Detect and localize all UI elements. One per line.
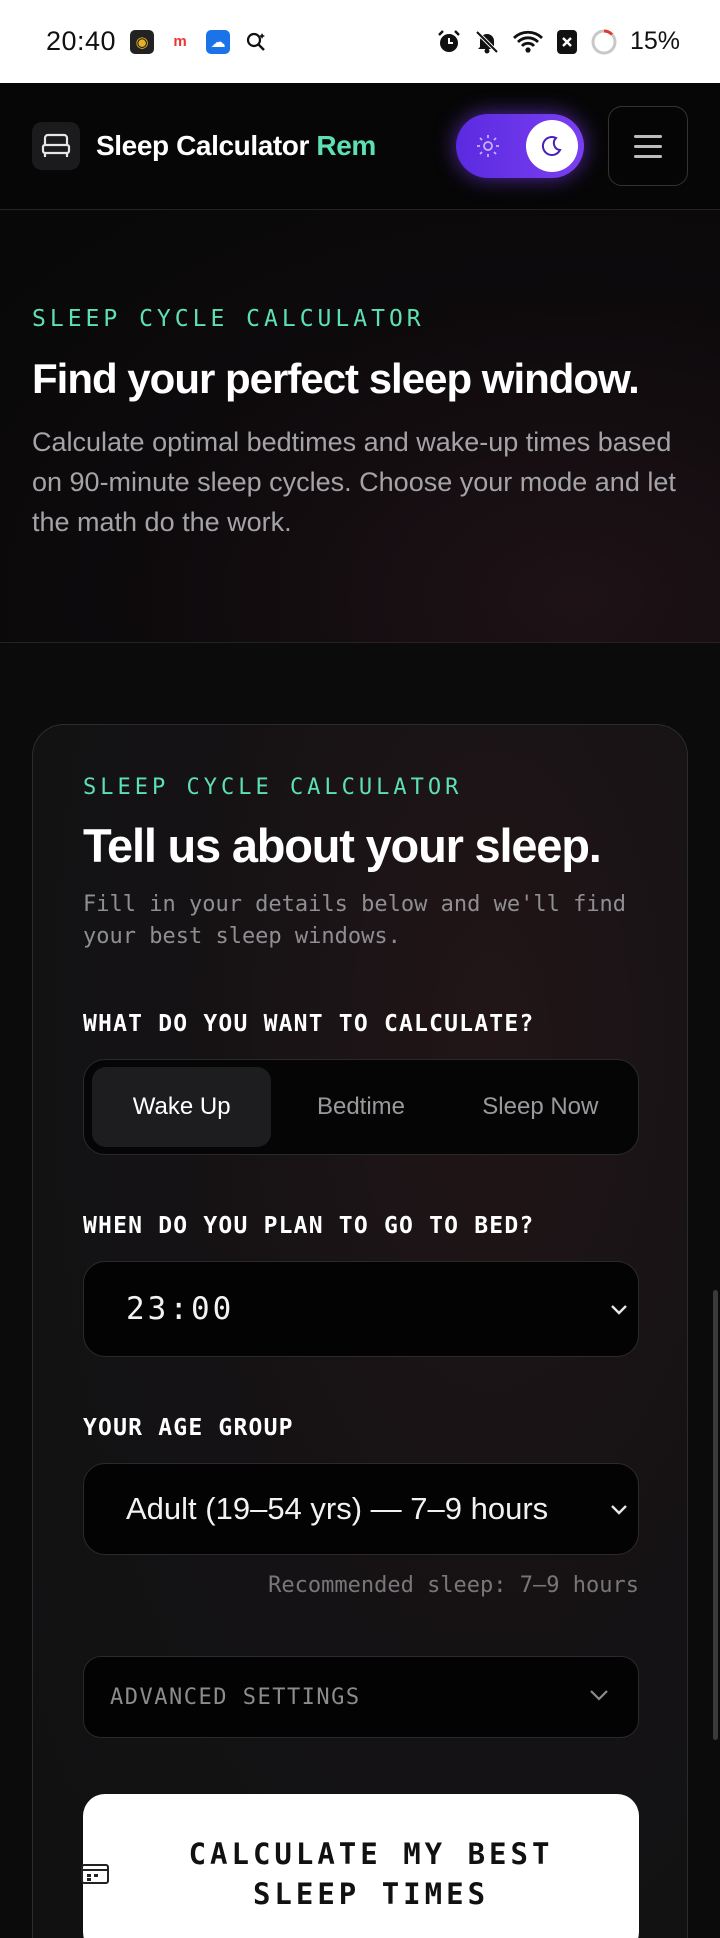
age-group-select[interactable]: Adult (19–54 yrs) — 7–9 hours <box>83 1463 639 1555</box>
mode-selector: Wake Up Bedtime Sleep Now <box>83 1059 639 1155</box>
bed-time-select[interactable]: 23:00 <box>83 1261 639 1357</box>
hamburger-icon-line <box>634 154 662 158</box>
hero-section: SLEEP CYCLE CALCULATOR Find your perfect… <box>0 211 720 643</box>
mode-wake-up[interactable]: Wake Up <box>92 1067 272 1147</box>
hero-eyebrow: SLEEP CYCLE CALCULATOR <box>32 306 425 332</box>
wifi-icon <box>512 29 544 55</box>
hamburger-icon-line <box>634 144 662 148</box>
mode-label: WHAT DO YOU WANT TO CALCULATE? <box>83 1011 535 1037</box>
calculate-button-label: CALCULATE MY BEST SLEEP TIMES <box>188 1837 554 1911</box>
battery-icon <box>590 28 618 56</box>
advanced-settings-label: ADVANCED SETTINGS <box>110 1684 361 1710</box>
mode-sleep-now[interactable]: Sleep Now <box>451 1067 630 1147</box>
age-group-label: YOUR AGE GROUP <box>83 1415 294 1441</box>
card-description: Fill in your details below and we'll fin… <box>83 892 627 949</box>
card-eyebrow: SLEEP CYCLE CALCULATOR <box>83 775 463 800</box>
bed-time-value: 23:00 <box>126 1291 235 1327</box>
calculate-button[interactable]: CALCULATE MY BEST SLEEP TIMES <box>80 1794 639 1938</box>
hero-title: Find your perfect sleep window. <box>32 355 640 402</box>
sun-icon <box>462 120 514 172</box>
m-app-icon: m <box>173 33 187 50</box>
cloud-app-icon: ☁ <box>206 29 231 54</box>
advanced-settings-toggle[interactable]: ADVANCED SETTINGS <box>83 1656 639 1738</box>
mode-bedtime[interactable]: Bedtime <box>271 1067 450 1147</box>
hero-description: Calculate optimal bedtimes and wake-up t… <box>32 427 676 538</box>
calculator-card: SLEEP CYCLE CALCULATOR Tell us about you… <box>32 724 688 1938</box>
bell-off-icon <box>474 29 500 55</box>
theme-toggle[interactable] <box>456 114 584 178</box>
brand-main: Sleep Calculator <box>96 130 310 161</box>
calendar-icon <box>80 1862 110 1891</box>
chevron-down-icon <box>608 1498 630 1525</box>
brand-title[interactable]: Sleep Calculator Rem <box>96 130 376 162</box>
status-time: 20:40 <box>46 26 117 56</box>
battery-level: 15% <box>629 27 680 55</box>
alarm-icon <box>436 29 462 55</box>
moon-icon <box>526 120 578 172</box>
search-ai-icon <box>244 30 268 54</box>
status-bar: 20:40 ◉ m ☁ 15% <box>0 0 720 83</box>
app-icon: ◉ <box>130 29 155 54</box>
brand-accent: Rem <box>316 130 376 161</box>
hamburger-icon <box>634 134 662 138</box>
sim-off-icon <box>556 29 578 55</box>
age-group-value: Adult (19–54 yrs) — 7–9 hours <box>126 1491 549 1526</box>
chevron-down-icon <box>608 1298 630 1325</box>
recommended-sleep-hint: Recommended sleep: 7–9 hours <box>268 1573 639 1598</box>
bed-icon[interactable] <box>32 122 80 170</box>
bed-time-label: WHEN DO YOU PLAN TO GO TO BED? <box>83 1213 535 1239</box>
card-title: Tell us about your sleep. <box>83 819 602 872</box>
page-scrollbar[interactable] <box>713 1290 718 1740</box>
chevron-down-icon <box>586 1682 612 1713</box>
app-header: Sleep Calculator Rem <box>0 83 720 210</box>
menu-button[interactable] <box>608 106 688 186</box>
